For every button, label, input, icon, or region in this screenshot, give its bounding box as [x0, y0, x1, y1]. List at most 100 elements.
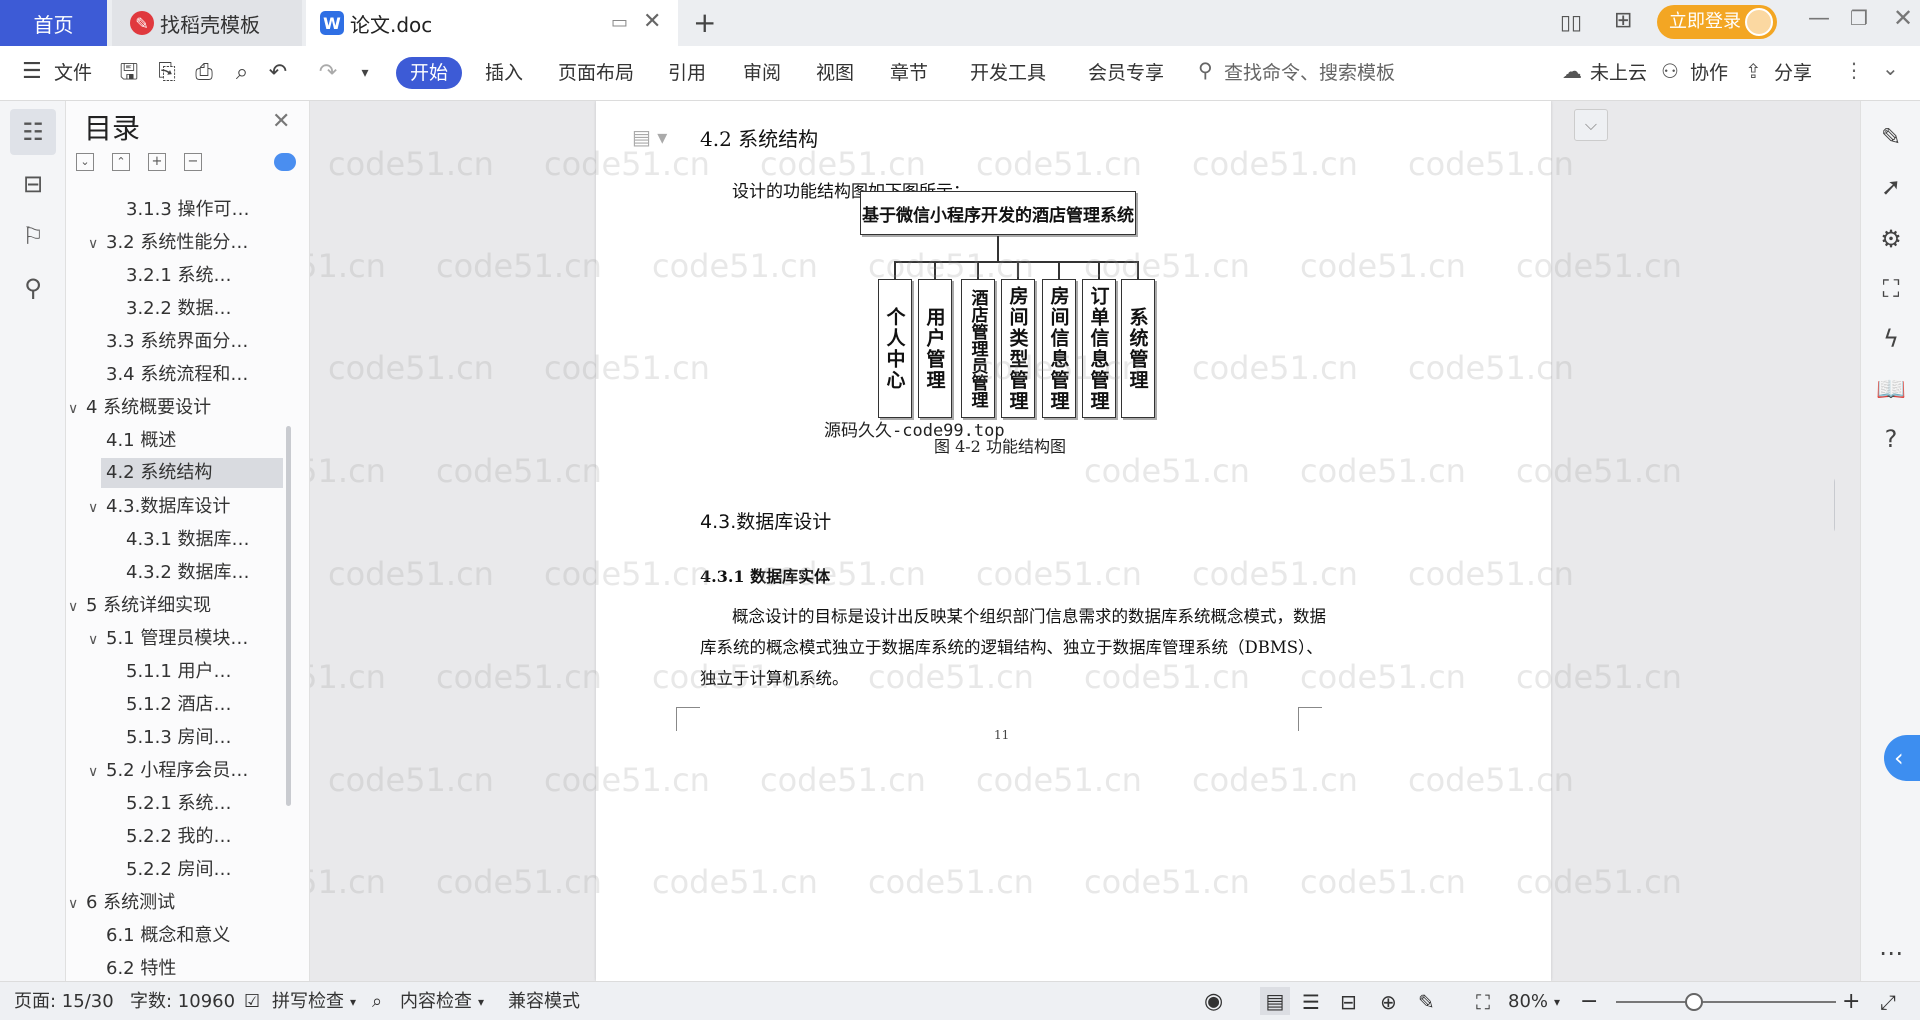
chevron-down-icon[interactable]: ∨	[68, 592, 86, 622]
toc-item[interactable]: 6.1 概念和意义	[106, 921, 230, 951]
spellcheck-button[interactable]: 拼写检查	[272, 990, 344, 1014]
expand-up-icon[interactable]: ⌃	[112, 153, 130, 171]
more-tools-icon[interactable]: ⋯	[1873, 935, 1909, 971]
collapse-ribbon-icon[interactable]: ⌄	[1882, 56, 1899, 80]
tab-developer[interactable]: 开发工具	[970, 58, 1046, 88]
chevron-down-icon[interactable]: ∨	[88, 757, 106, 787]
toc-item[interactable]: 3.4 系统流程和…	[106, 360, 248, 390]
zoom-dropdown-icon[interactable]: ▾	[1554, 990, 1560, 1014]
find-icon[interactable]: ⚲	[10, 265, 56, 311]
toc-item[interactable]: 5.2.2 我的…	[126, 822, 232, 852]
file-menu[interactable]: 文件	[54, 58, 92, 88]
toc-item[interactable]: 5.1.2 酒店…	[126, 690, 232, 720]
remove-heading-icon[interactable]: −	[184, 153, 202, 171]
login-button[interactable]: 立即登录	[1657, 5, 1777, 39]
command-search-input[interactable]: 查找命令、搜索模板	[1224, 58, 1395, 88]
toc-item[interactable]: 3.3 系统界面分…	[106, 327, 248, 357]
tab-member[interactable]: 会员专享	[1088, 58, 1164, 88]
hamburger-menu-icon[interactable]: ☰	[22, 59, 42, 84]
fullscreen-icon[interactable]: ⤢	[1880, 990, 1896, 1014]
print-preview-icon[interactable]: ⌕	[229, 60, 255, 86]
fit-page-icon[interactable]: ⛶	[1476, 990, 1490, 1014]
toc-item[interactable]: 3.1.3 操作可…	[126, 195, 250, 225]
toc-item[interactable]: ∨ 5.1 管理员模块…	[88, 624, 248, 654]
word-count[interactable]: 字数: 10960	[130, 990, 235, 1014]
ai-toc-icon[interactable]	[274, 153, 296, 171]
zoom-out-icon[interactable]: −	[1580, 990, 1598, 1014]
window-close-icon[interactable]: ✕	[1893, 4, 1913, 32]
toc-panel-icon[interactable]: ☷	[10, 109, 56, 155]
toc-item[interactable]: 5.2.1 系统…	[126, 789, 232, 819]
toc-item[interactable]: 5.1.1 用户…	[126, 657, 232, 687]
content-check-dropdown-icon[interactable]: ▾	[478, 990, 484, 1014]
toc-item[interactable]: ∨ 5 系统详细实现	[68, 591, 211, 621]
tab-view[interactable]: 视图	[816, 58, 854, 88]
lightning-icon[interactable]: ϟ	[1873, 321, 1909, 357]
select-cursor-icon[interactable]: ➚	[1873, 169, 1909, 205]
tab-chapter[interactable]: 章节	[890, 58, 928, 88]
book-read-icon[interactable]: 📖	[1873, 371, 1909, 407]
toc-item[interactable]: 4.3.1 数据库…	[126, 525, 250, 555]
chevron-down-icon[interactable]: ∨	[68, 889, 86, 919]
collaborate-button[interactable]: 协作	[1690, 58, 1728, 88]
toc-item[interactable]: ∨ 4 系统概要设计	[68, 393, 211, 423]
window-mode-icon[interactable]: ▭	[611, 12, 628, 33]
page-view-icon[interactable]: ▤	[1260, 987, 1290, 1015]
quick-access-dropdown-icon[interactable]: ▾	[352, 60, 378, 86]
tab-review[interactable]: 审阅	[743, 58, 781, 88]
share-button[interactable]: 分享	[1774, 58, 1812, 88]
toc-item[interactable]: ∨ 4.3.数据库设计	[88, 492, 230, 522]
outline-view-icon[interactable]: ☰	[1302, 990, 1320, 1014]
add-heading-icon[interactable]: +	[148, 153, 166, 171]
tab-insert[interactable]: 插入	[485, 58, 523, 88]
chevron-down-icon[interactable]: ∨	[88, 625, 106, 655]
toc-close-icon[interactable]: ✕	[272, 109, 290, 134]
outline-panel-icon[interactable]: ⊟	[10, 161, 56, 207]
vertical-scrollbar-thumb[interactable]	[1834, 476, 1835, 534]
toc-scrollbar[interactable]	[286, 426, 291, 806]
toc-item[interactable]: 3.2.1 系统…	[126, 261, 232, 291]
minimize-icon[interactable]: —	[1808, 6, 1830, 31]
spellcheck-dropdown-icon[interactable]: ▾	[350, 990, 356, 1014]
bookmark-icon[interactable]: ⚐	[10, 213, 56, 259]
web-view-icon[interactable]: ⊕	[1380, 990, 1397, 1014]
export-icon[interactable]: ⎘	[154, 60, 180, 86]
cloud-status[interactable]: 未上云	[1590, 58, 1647, 88]
page-indicator[interactable]: 页面: 15/30	[14, 990, 114, 1014]
new-tab-icon[interactable]: +	[693, 6, 716, 39]
content-check-button[interactable]: 内容检查	[400, 990, 472, 1014]
help-icon[interactable]: ?	[1873, 421, 1909, 457]
restore-icon[interactable]: ❐	[1850, 6, 1868, 30]
tab-document[interactable]: W 论文.doc ▭ ✕	[306, 0, 678, 46]
zoom-in-icon[interactable]: +	[1842, 990, 1860, 1014]
toc-item[interactable]: ∨ 5.2 小程序会员…	[88, 756, 248, 786]
toc-item[interactable]: 5.2.2 房间…	[126, 855, 232, 885]
tab-references[interactable]: 引用	[668, 58, 706, 88]
print-icon[interactable]: ⎙	[191, 60, 217, 86]
undo-icon[interactable]: ↶	[265, 60, 291, 86]
tab-home[interactable]: 首页	[0, 0, 107, 46]
chevron-down-icon[interactable]: ∨	[88, 229, 106, 259]
toc-item[interactable]: 4.3.2 数据库…	[126, 558, 250, 588]
redo-icon[interactable]: ↷	[315, 60, 341, 86]
collapse-all-icon[interactable]: ⌄	[76, 153, 94, 171]
edit-pen-icon[interactable]: ✎	[1873, 119, 1909, 155]
apps-grid-icon[interactable]: ⊞	[1614, 8, 1632, 33]
save-icon[interactable]: 🖫	[116, 60, 142, 86]
chevron-down-icon[interactable]: ∨	[68, 394, 86, 424]
tab-page-layout[interactable]: 页面布局	[558, 58, 634, 88]
toc-item-selected[interactable]: 4.2 系统结构	[101, 458, 283, 488]
expand-panel-button[interactable]: ‹	[1884, 735, 1920, 781]
image-tools-icon[interactable]: ⛶	[1873, 271, 1909, 307]
zoom-slider-handle[interactable]	[1685, 993, 1703, 1011]
toc-item[interactable]: 3.2.2 数据…	[126, 294, 232, 324]
toc-item[interactable]: 4.1 概述	[106, 426, 176, 456]
toc-item[interactable]: ∨ 6 系统测试	[68, 888, 175, 918]
tab-start[interactable]: 开始	[396, 57, 462, 89]
toc-item[interactable]: ∨ 3.2 系统性能分…	[88, 228, 248, 258]
zoom-level[interactable]: 80%	[1508, 990, 1548, 1014]
eye-protection-icon[interactable]: ◉	[1204, 990, 1223, 1014]
layout-toggle-icon[interactable]: ▯▯	[1560, 10, 1582, 34]
chevron-down-icon[interactable]: ∨	[88, 493, 106, 523]
tab-close-icon[interactable]: ✕	[643, 9, 661, 34]
